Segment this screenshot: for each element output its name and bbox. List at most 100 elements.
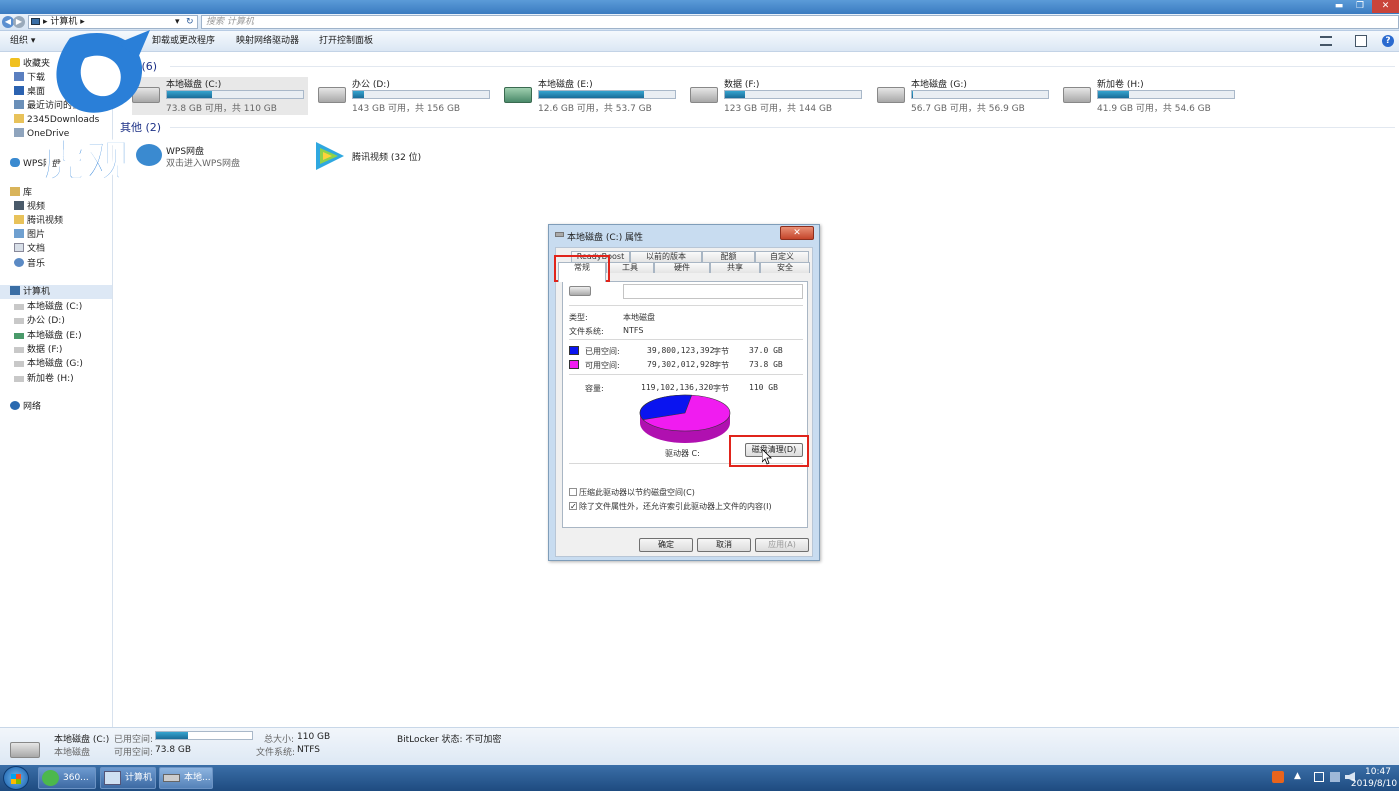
tab-general[interactable]: 常规: [558, 262, 606, 282]
close-window-button[interactable]: ✕: [1372, 0, 1399, 13]
drive-tile-g[interactable]: 本地磁盘 (G:) 56.7 GB 可用，共 56.9 GB: [877, 77, 1057, 115]
sidebar-item-drive-e[interactable]: 本地磁盘 (E:): [14, 329, 126, 343]
sidebar-item-pictures[interactable]: 图片: [14, 228, 126, 242]
sidebar-network[interactable]: 网络: [10, 400, 122, 414]
drive-icon: [14, 361, 24, 367]
details-fs-label: 文件系统:: [256, 748, 296, 758]
sidebar-label: 本地磁盘 (E:): [27, 331, 82, 341]
drive-usage-bar: [352, 90, 490, 99]
minimize-button[interactable]: ▬: [1328, 0, 1350, 13]
sidebar-item-drive-g[interactable]: 本地磁盘 (G:): [14, 357, 126, 371]
sidebar-item-drive-h[interactable]: 新加卷 (H:): [14, 372, 126, 386]
sidebar-computer[interactable]: 计算机: [0, 285, 112, 299]
tab-hardware[interactable]: 硬件: [654, 262, 710, 273]
window-title-bar: ▬ ❐ ✕: [0, 0, 1399, 14]
clock-time[interactable]: 10:47: [1358, 767, 1398, 777]
drive-usage-bar: [724, 90, 862, 99]
filesystem-value: NTFS: [623, 326, 644, 335]
sogou-ime-icon[interactable]: [1272, 771, 1284, 783]
taskbar: 360... 计算机 本地... ▲ 10:47 2019/8/10: [0, 765, 1399, 791]
compress-drive-checkbox[interactable]: [569, 488, 577, 496]
network-tray-icon[interactable]: [1330, 772, 1340, 782]
apply-button[interactable]: 应用(A): [755, 538, 809, 552]
hard-drive-icon: [877, 87, 905, 103]
capacity-gb: 110 GB: [749, 383, 778, 392]
taskbar-app-local-disk[interactable]: 本地...: [159, 767, 213, 789]
preview-pane-icon[interactable]: [1355, 35, 1367, 47]
tab-sharing[interactable]: 共享: [710, 262, 760, 273]
volume-label-input[interactable]: [623, 284, 803, 299]
drive-tile-h[interactable]: 新加卷 (H:) 41.9 GB 可用，共 54.6 GB: [1063, 77, 1243, 115]
clock-date[interactable]: 2019/8/10: [1350, 779, 1398, 789]
drive-tile-e[interactable]: 本地磁盘 (E:) 12.6 GB 可用，共 53.7 GB: [504, 77, 684, 115]
search-input[interactable]: 搜索 计算机: [201, 15, 1399, 29]
sidebar-library[interactable]: 库: [10, 186, 122, 200]
details-usage-bar: [155, 731, 253, 740]
free-space-label: 可用空间:: [585, 361, 620, 370]
tab-tools[interactable]: 工具: [606, 262, 654, 273]
view-options-icon[interactable]: [1320, 36, 1332, 46]
details-used-label: 已用空间:: [114, 735, 154, 745]
start-button[interactable]: [3, 766, 29, 790]
sidebar-label: 腾讯视频: [27, 216, 64, 226]
help-icon[interactable]: ?: [1382, 35, 1394, 47]
details-bitlocker: BitLocker 状态: 不可加密: [397, 735, 502, 745]
free-space-bytes: 79,302,012,928: [647, 360, 715, 369]
hard-drive-icon: [10, 742, 40, 758]
drive-tile-f[interactable]: 数据 (F:) 123 GB 可用，共 144 GB: [690, 77, 870, 115]
sidebar-item-drive-d[interactable]: 办公 (D:): [14, 314, 126, 328]
details-usage-fill: [156, 732, 188, 739]
tray-expand-icon[interactable]: ▲: [1294, 771, 1301, 781]
sidebar-item-drive-f[interactable]: 数据 (F:): [14, 343, 126, 357]
organize-button[interactable]: 组织 ▾: [6, 31, 39, 51]
map-network-drive-button[interactable]: 映射网络驱动器: [232, 31, 303, 51]
taskbar-app-computer[interactable]: 计算机: [100, 767, 156, 789]
drive-name: 新加卷 (H:): [1097, 80, 1144, 90]
command-toolbar: 组织 ▾ 卸载或更改程序 映射网络驱动器 打开控制面板 ?: [0, 31, 1399, 52]
drive-icon: [569, 286, 591, 296]
hard-drive-icon: [1063, 87, 1091, 103]
folder-icon: [14, 72, 24, 81]
drive-letter-label: 驱动器 C:: [665, 449, 700, 458]
folder-icon: [14, 114, 24, 123]
drive-usage-bar: [911, 90, 1049, 99]
tab-security[interactable]: 安全: [760, 262, 810, 273]
forward-button[interactable]: ▶: [13, 16, 25, 28]
sidebar-item-drive-c[interactable]: 本地磁盘 (C:): [14, 300, 126, 314]
sidebar-label: 新加卷 (H:): [27, 374, 74, 384]
tab-quota[interactable]: 配额: [702, 251, 755, 262]
sidebar-label: 本地磁盘 (C:): [27, 302, 83, 312]
tab-customize[interactable]: 自定义: [755, 251, 809, 262]
sidebar-item-tencent-video[interactable]: 腾讯视频: [14, 214, 126, 228]
index-contents-checkbox[interactable]: ✓: [569, 502, 577, 511]
ok-button[interactable]: 确定: [639, 538, 693, 552]
refresh-icon[interactable]: ↻: [186, 16, 194, 28]
sidebar-item-documents[interactable]: 文档: [14, 242, 126, 256]
onedrive-icon: [14, 128, 24, 137]
drive-name: 本地磁盘 (C:): [166, 80, 222, 90]
address-dropdown-icon[interactable]: ▾: [175, 16, 180, 28]
taskbar-app-label: 本地...: [184, 773, 211, 783]
used-space-unit: 字节: [713, 347, 729, 356]
drive-icon: [14, 347, 24, 353]
taskbar-app-label: 360...: [63, 773, 89, 783]
dialog-close-button[interactable]: ✕: [780, 226, 814, 240]
address-field[interactable]: ▸ 计算机 ▸ ▾ ↻: [28, 15, 198, 29]
tab-previous-versions[interactable]: 以前的版本: [630, 251, 702, 262]
tencent-video-item[interactable]: 腾讯视频 (32 位): [312, 140, 482, 174]
drive-space-info: 12.6 GB 可用，共 53.7 GB: [538, 104, 652, 114]
index-contents-label: 除了文件属性外，还允许索引此驱动器上文件的内容(I): [579, 502, 772, 511]
drive-tile-d[interactable]: 办公 (D:) 143 GB 可用，共 156 GB: [318, 77, 498, 115]
open-control-panel-button[interactable]: 打开控制面板: [315, 31, 377, 51]
maximize-button[interactable]: ❐: [1350, 0, 1370, 13]
sidebar-item-music[interactable]: 音乐: [14, 257, 126, 271]
sidebar-item-videos[interactable]: 视频: [14, 200, 126, 214]
tencent-video-icon: [316, 142, 344, 170]
drive-usage-fill: [912, 91, 913, 98]
action-center-icon[interactable]: [1314, 772, 1324, 782]
details-free-label: 可用空间:: [114, 748, 154, 758]
taskbar-app-360[interactable]: 360...: [38, 767, 96, 789]
cloud-icon: [10, 158, 20, 167]
details-total-value: 110 GB: [297, 732, 331, 742]
cancel-button[interactable]: 取消: [697, 538, 751, 552]
